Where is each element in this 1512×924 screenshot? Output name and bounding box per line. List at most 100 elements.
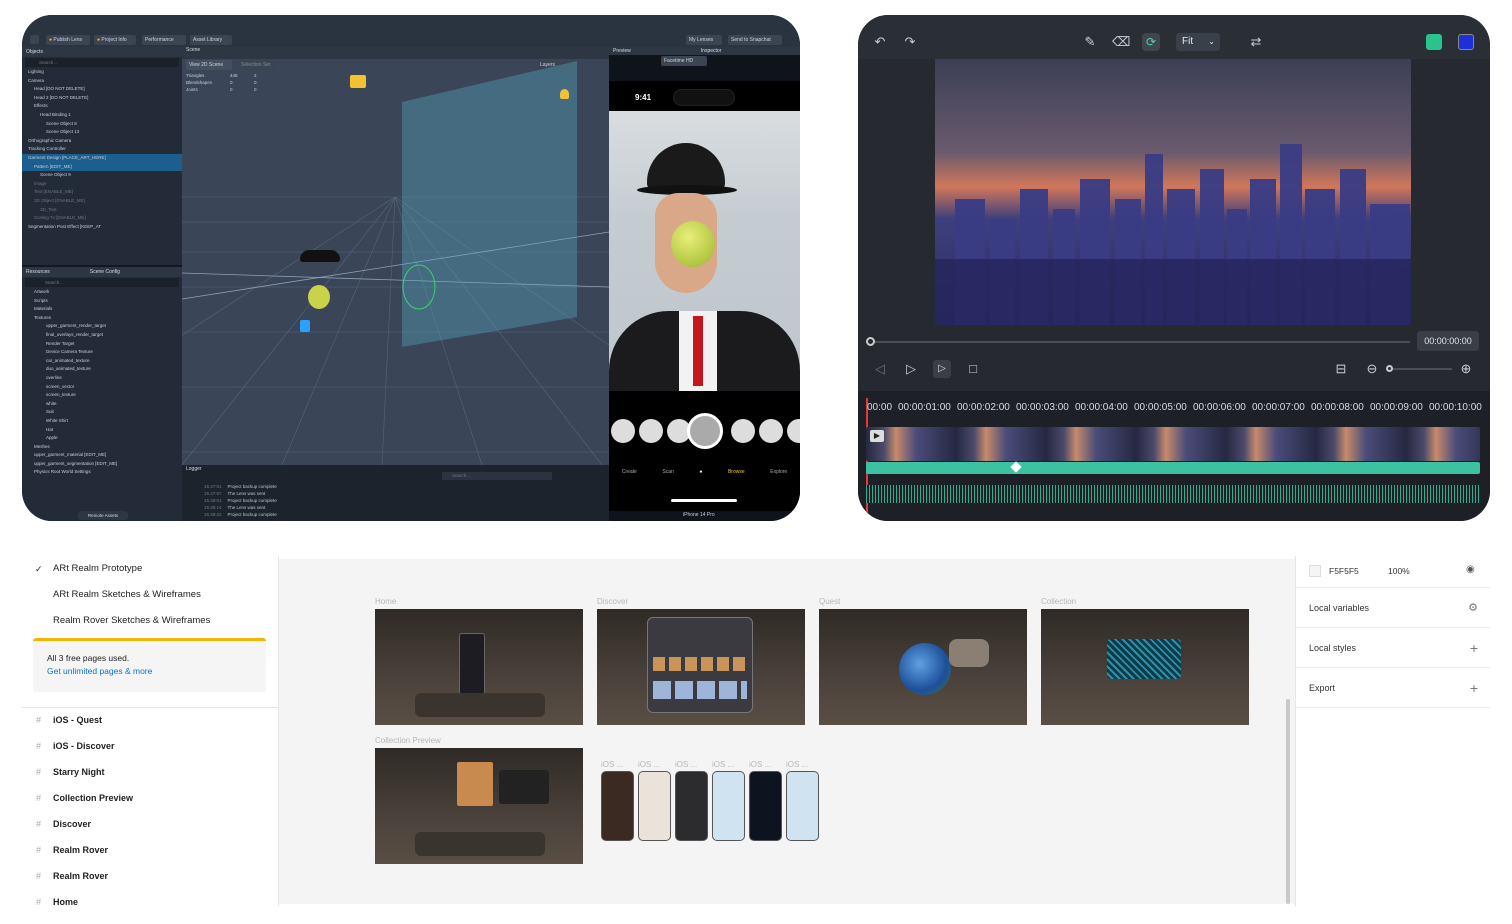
frame-home[interactable] <box>375 609 583 725</box>
object-item[interactable]: Garment Design [PLACE_ART_HERE] <box>22 153 182 163</box>
layer-item[interactable]: # Realm Rover <box>22 837 279 863</box>
frame-label-discover[interactable]: Discover <box>597 597 628 606</box>
scan-tab[interactable]: Scan <box>662 469 673 475</box>
object-item[interactable]: 3D_Text <box>22 206 182 215</box>
object-item[interactable]: Head Binding 1 <box>22 111 182 120</box>
background-hex-input[interactable]: F5F5F5 <box>1329 566 1359 576</box>
lens-carousel[interactable] <box>609 413 800 449</box>
redo-icon[interactable]: ↷ <box>902 34 918 50</box>
ios-frame-label[interactable]: iOS ... <box>638 760 660 769</box>
object-item[interactable]: Head [DO NOT DELETE] <box>22 85 182 94</box>
resource-item[interactable]: Textures <box>22 314 182 323</box>
ios-frame[interactable] <box>786 771 819 841</box>
performance-button[interactable]: Performance <box>142 35 186 45</box>
variables-settings-icon[interactable]: ⚙ <box>1468 588 1478 628</box>
resource-item[interactable]: car_animated_texture <box>22 357 182 366</box>
remote-assets-button[interactable]: Remote Assets <box>78 511 128 520</box>
create-tab[interactable]: Create <box>622 469 637 475</box>
eye-icon[interactable]: ◉ <box>1466 564 1475 575</box>
browse-tab[interactable]: Browse <box>728 469 745 475</box>
scrub-handle[interactable] <box>866 337 875 346</box>
object-item[interactable]: Scene Object 8 <box>22 120 182 129</box>
layer-item[interactable]: # Home <box>22 889 279 906</box>
object-item[interactable]: Head 2 [DO NOT DELETE] <box>22 94 182 103</box>
rotate-icon[interactable]: ⟳ <box>1142 33 1160 51</box>
resource-item[interactable]: Scripts <box>22 297 182 306</box>
ios-frame[interactable] <box>638 771 671 841</box>
send-to-snapchat-button[interactable]: Send to Snapchat <box>728 35 782 45</box>
resource-item[interactable]: Apple <box>22 434 182 443</box>
resource-item[interactable]: upper_garment_render_target <box>22 322 182 331</box>
frame-collection-preview[interactable] <box>375 748 583 864</box>
local-styles-row[interactable]: Local styles + <box>1296 628 1490 668</box>
frame-label-quest[interactable]: Quest <box>819 597 840 606</box>
home-icon[interactable] <box>30 35 39 44</box>
audio-track[interactable] <box>866 462 1480 474</box>
asset-library-button[interactable]: Asset Library <box>190 35 232 45</box>
camera-source-dropdown[interactable]: Facetime HD <box>661 56 707 66</box>
frame-discover[interactable] <box>597 609 805 725</box>
apple-object-icon[interactable] <box>308 285 330 309</box>
ios-frame-label[interactable]: iOS ... <box>675 760 697 769</box>
previous-frame-icon[interactable]: ◁ <box>872 361 888 377</box>
page-item[interactable]: Realm Rover Sketches & Wireframes <box>22 608 278 634</box>
camera-gizmo-icon[interactable] <box>350 75 366 88</box>
layer-item[interactable]: # Collection Preview <box>22 785 279 811</box>
stop-icon[interactable]: □ <box>965 361 981 377</box>
frame-label-collection-preview[interactable]: Collection Preview <box>375 736 441 745</box>
light-gizmo-icon[interactable] <box>560 89 569 99</box>
capture-button[interactable] <box>687 413 723 449</box>
ios-frame-label[interactable]: iOS ... <box>786 760 808 769</box>
resource-item[interactable]: screen_texture <box>22 391 182 400</box>
project-info-button[interactable]: ● Project Info <box>94 35 136 45</box>
pen-icon[interactable]: ✎ <box>1082 34 1098 50</box>
object-item[interactable]: Lighting <box>22 68 182 77</box>
resource-item[interactable]: screen_vector <box>22 383 182 392</box>
swap-icon[interactable]: ⇄ <box>1248 34 1264 50</box>
ios-frame-label[interactable]: iOS ... <box>749 760 771 769</box>
inspector-tab[interactable]: Inspector <box>701 48 722 54</box>
resource-item[interactable]: Meshes <box>22 443 182 452</box>
camera-tab[interactable]: ● <box>699 469 702 475</box>
scene-viewport[interactable]: Scene View 2D Scene Selection Set Layers… <box>182 47 609 465</box>
resource-item[interactable]: white <box>22 400 182 409</box>
scene-config-tab[interactable]: Scene Config <box>90 269 120 275</box>
layer-item[interactable]: # Realm Rover <box>22 863 279 889</box>
object-item[interactable]: Text [ENABLE_ME] <box>22 188 182 197</box>
device-selector[interactable]: iPhone 14 Pro <box>683 512 715 518</box>
frame-collection[interactable] <box>1041 609 1249 725</box>
ios-frame-label[interactable]: iOS ... <box>601 760 623 769</box>
ios-frame[interactable] <box>749 771 782 841</box>
layer-item[interactable]: # Starry Night <box>22 759 279 785</box>
hat-object-icon[interactable] <box>300 250 340 262</box>
page-item[interactable]: ✓ ARt Realm Prototype <box>22 556 278 582</box>
resource-item[interactable]: Suit <box>22 408 182 417</box>
resource-item[interactable]: Physics Root World Settings <box>22 468 182 477</box>
my-lenses-button[interactable]: My Lenses <box>686 35 722 45</box>
color-swatch[interactable] <box>1458 34 1474 50</box>
zoom-slider[interactable] <box>1386 365 1452 372</box>
ios-frame[interactable] <box>675 771 708 841</box>
resource-item[interactable]: final_overlays_render_target <box>22 331 182 340</box>
fit-timeline-icon[interactable]: ⊟ <box>1333 361 1349 377</box>
explore-tab[interactable]: Explore <box>770 469 787 475</box>
figma-canvas[interactable]: Home Discover Quest Collection Collectio… <box>279 559 1295 904</box>
export-row[interactable]: Export + <box>1296 668 1490 708</box>
add-style-icon[interactable]: + <box>1470 628 1478 668</box>
publish-lens-button[interactable]: ● Publish Lens <box>46 35 90 45</box>
object-item[interactable]: Scaling Tx [ENABLE_ME] <box>22 214 182 223</box>
video-track[interactable] <box>866 427 1480 461</box>
resource-item[interactable]: upper_garment_segmentation [EDIT_ME] <box>22 460 182 469</box>
ios-frame[interactable] <box>712 771 745 841</box>
resource-item[interactable]: Render Target <box>22 340 182 349</box>
object-item[interactable]: Effects <box>22 102 182 111</box>
background-color-swatch[interactable] <box>1309 565 1321 577</box>
object-item[interactable]: Scene Object 9 <box>22 171 182 180</box>
logger-search-input[interactable]: Search... <box>442 472 552 480</box>
step-forward-icon[interactable]: ▷ <box>903 361 919 377</box>
avatar[interactable] <box>1426 34 1442 50</box>
background-opacity-input[interactable]: 100% <box>1388 566 1410 576</box>
resource-item[interactable]: upper_garment_material [EDIT_ME] <box>22 451 182 460</box>
frame-label-collection[interactable]: Collection <box>1041 597 1076 606</box>
scrub-bar[interactable] <box>870 341 1410 343</box>
